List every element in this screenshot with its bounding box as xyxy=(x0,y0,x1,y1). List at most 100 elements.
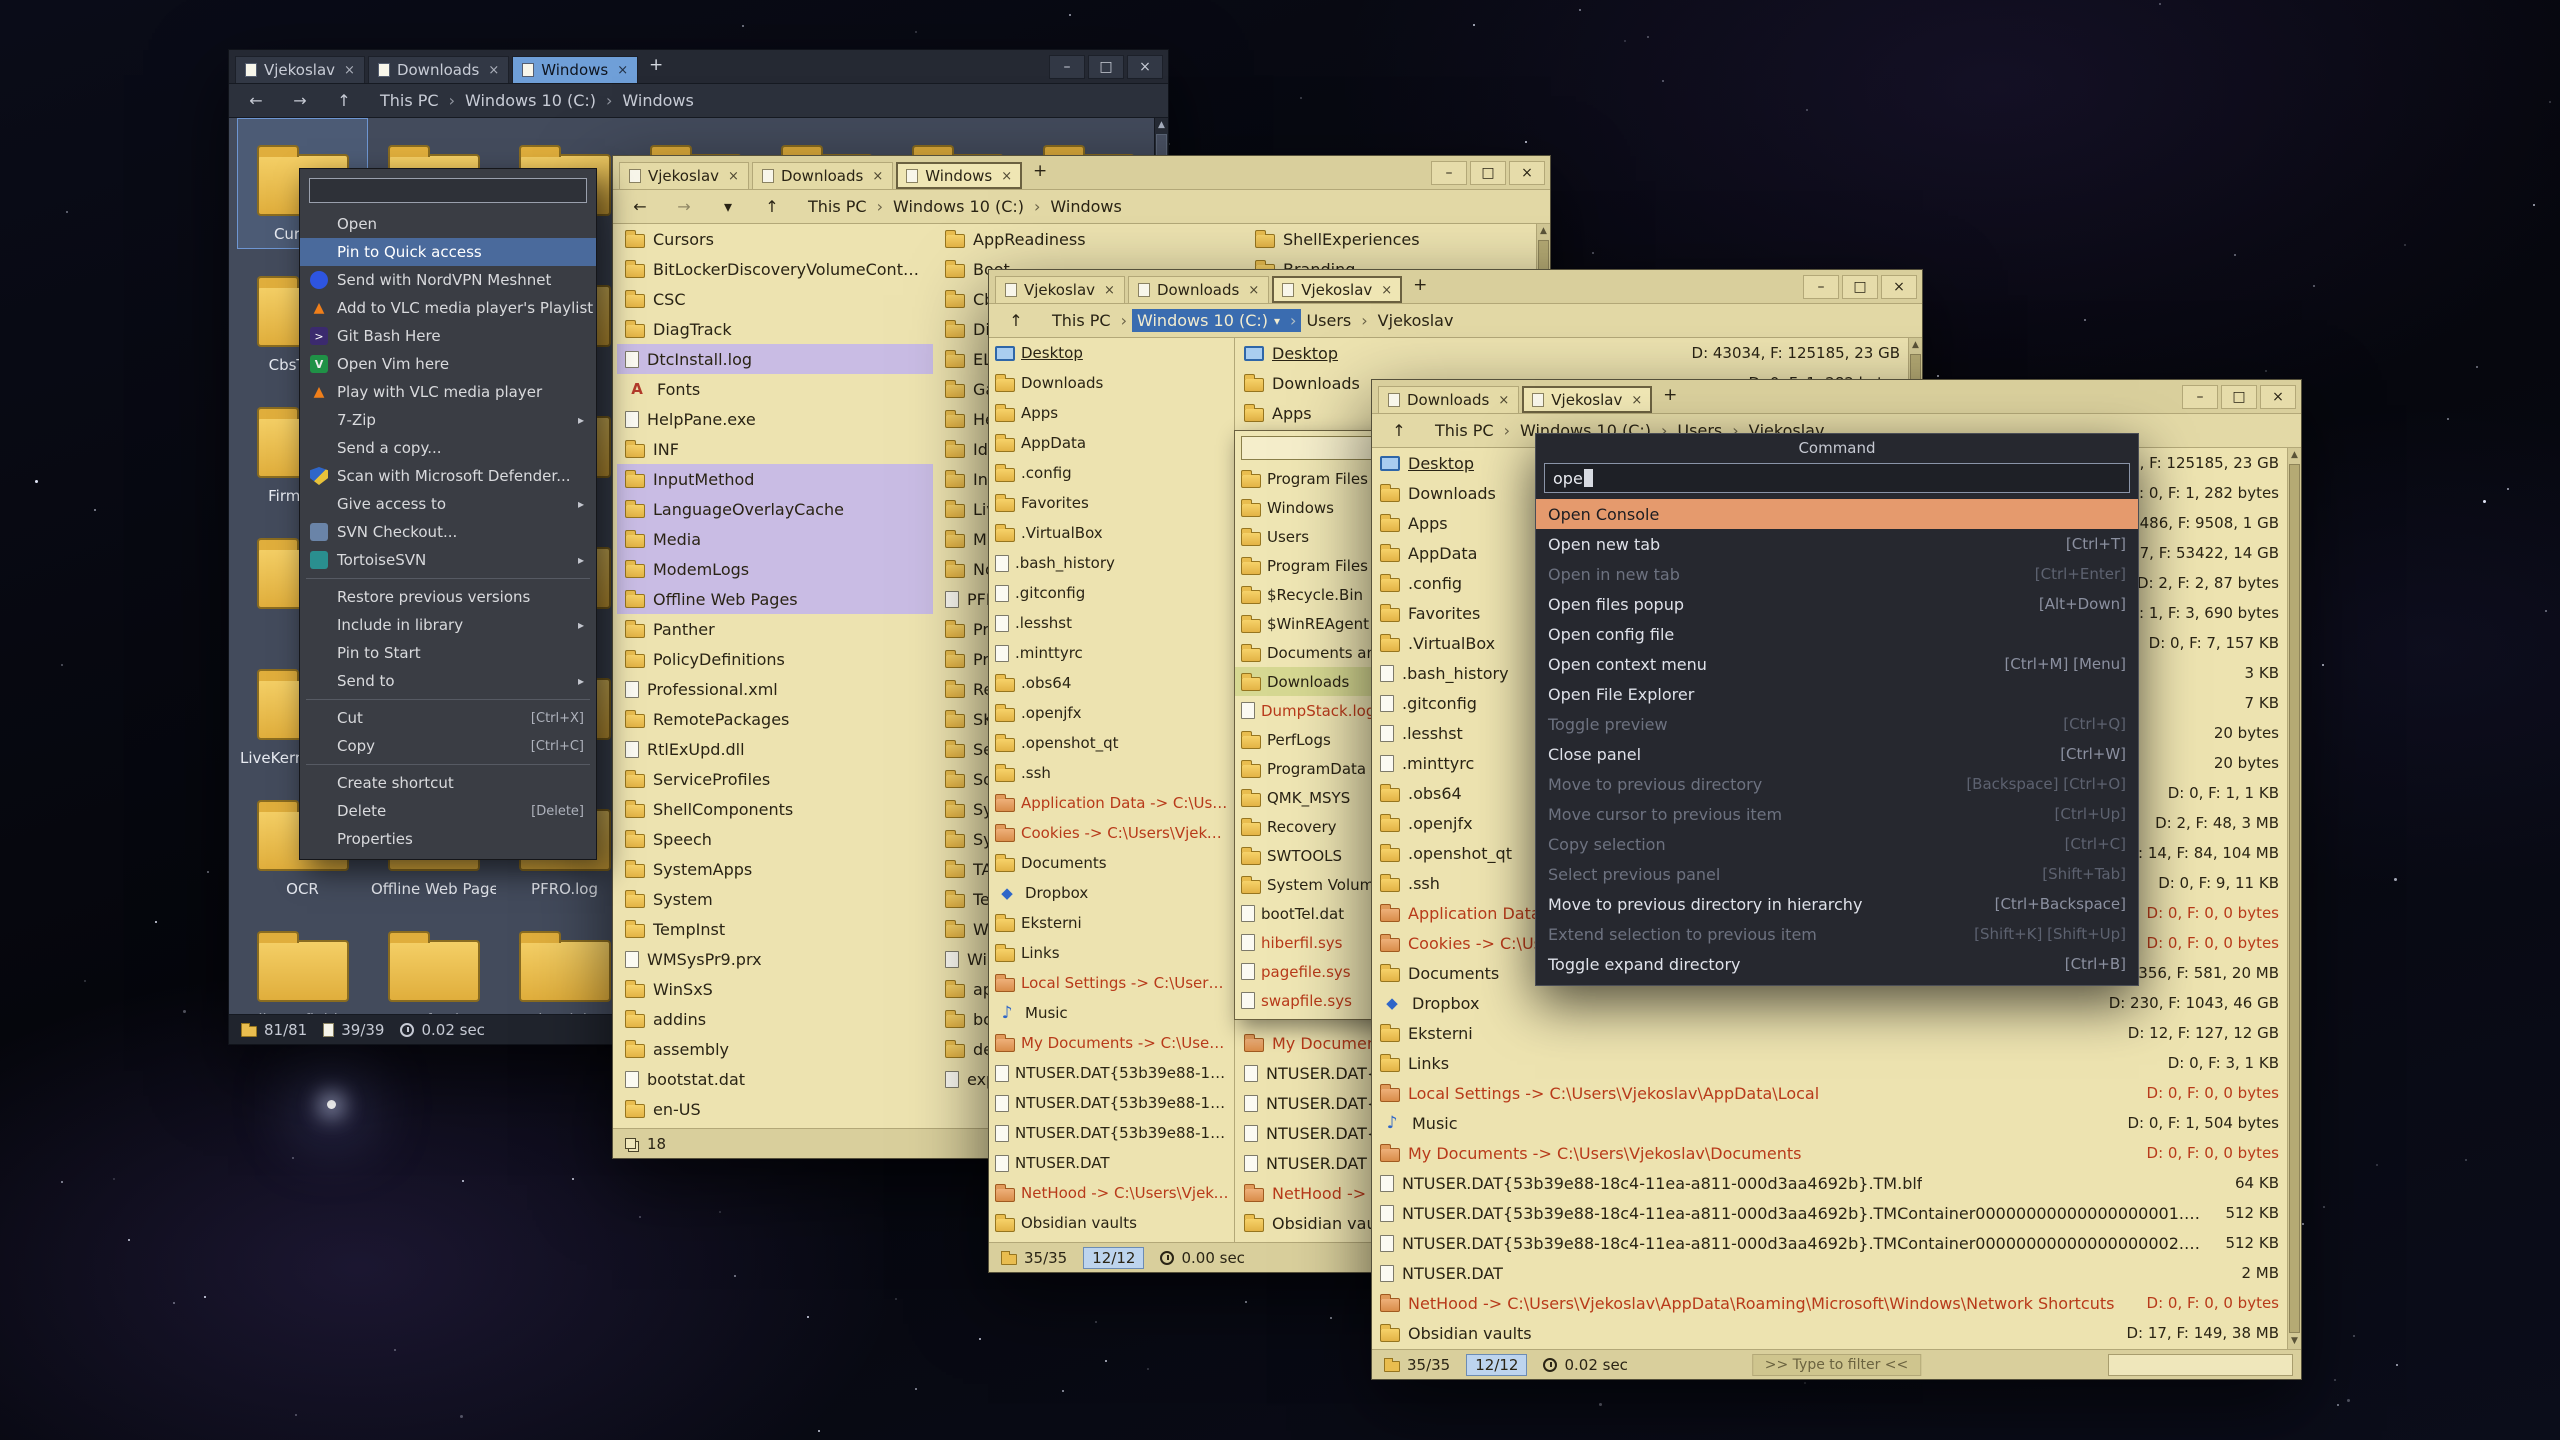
win4-scrollbar[interactable]: ▲ ▼ xyxy=(2287,448,2301,1349)
context-menu-item[interactable]: ▸ xyxy=(300,760,596,769)
file-row[interactable]: Cursors xyxy=(617,224,933,254)
new-tab-button[interactable]: + xyxy=(1027,159,1053,186)
file-row[interactable]: Links xyxy=(989,938,1234,968)
maximize-button[interactable]: □ xyxy=(1088,55,1124,79)
file-row[interactable]: NTUSER.DAT{53b39e88-18c4-11ea-a811-000d3… xyxy=(989,1058,1234,1088)
tab[interactable]: Vjekoslav × xyxy=(619,162,749,189)
tab-close-icon[interactable]: × xyxy=(1379,283,1392,298)
palette-command-item[interactable]: Open in new tab [Ctrl+Enter] xyxy=(1536,559,2138,589)
folder-tile[interactable]: PrintDialog xyxy=(499,904,630,1014)
context-menu-item[interactable]: ▸ xyxy=(300,695,596,704)
close-button[interactable]: × xyxy=(1509,161,1545,185)
palette-command-item[interactable]: Toggle preview [Ctrl+Q] xyxy=(1536,709,2138,739)
palette-command-item[interactable]: Copy selection [Ctrl+C] xyxy=(1536,829,2138,859)
file-row[interactable]: Apps xyxy=(989,398,1234,428)
tab-close-icon[interactable]: × xyxy=(870,169,883,184)
new-tab-button[interactable]: + xyxy=(1657,383,1683,410)
file-row[interactable]: Obsidian vaults D: 17, F: 149, 38 MB xyxy=(1372,1318,2287,1348)
file-row[interactable]: My Documents -> C:\Users\Vjekoslav\Docum… xyxy=(989,1028,1234,1058)
file-row[interactable]: Fonts xyxy=(617,374,933,404)
context-menu-item[interactable]: Send with NordVPN Meshnet ▸ xyxy=(300,266,596,294)
file-row[interactable]: Documents xyxy=(989,848,1234,878)
context-menu-item[interactable]: Pin to Start ▸ xyxy=(300,639,596,667)
tab[interactable]: Vjekoslav × xyxy=(995,276,1125,303)
tab[interactable]: Downloads × xyxy=(1378,386,1519,413)
file-row[interactable]: Dropbox D: 230, F: 1043, 46 GB xyxy=(1372,988,2287,1018)
file-row[interactable]: System xyxy=(617,884,933,914)
context-menu-item[interactable]: Add to VLC media player's Playlist ▸ xyxy=(300,294,596,322)
palette-command-item[interactable]: Open config file xyxy=(1536,619,2138,649)
context-menu-item[interactable]: Scan with Microsoft Defender... ▸ xyxy=(300,462,596,490)
folder-tile[interactable]: PolicyDefinitions xyxy=(237,904,368,1014)
file-row[interactable]: NTUSER.DAT{53b39e88-18c4-11ea-a811-000d3… xyxy=(1372,1168,2287,1198)
file-row[interactable]: .config xyxy=(989,458,1234,488)
tab-close-icon[interactable]: × xyxy=(1629,393,1642,408)
file-row[interactable]: Panther xyxy=(617,614,933,644)
palette-command-item[interactable]: Open Console xyxy=(1536,499,2138,529)
file-row[interactable]: InputMethod xyxy=(617,464,933,494)
palette-command-item[interactable]: Move cursor to previous item [Ctrl+Up] xyxy=(1536,799,2138,829)
context-menu-item[interactable]: Send to ▸ xyxy=(300,667,596,695)
breadcrumb-item[interactable]: Windows 10 (C:) xyxy=(460,89,617,112)
close-button[interactable]: × xyxy=(1127,55,1163,79)
context-menu-item[interactable]: Open ▸ xyxy=(300,210,596,238)
file-row[interactable]: Offline Web Pages xyxy=(617,584,933,614)
file-row[interactable]: .openshot_qt xyxy=(989,728,1234,758)
file-row[interactable]: RemotePackages xyxy=(617,704,933,734)
palette-command-item[interactable]: Open new tab [Ctrl+T] xyxy=(1536,529,2138,559)
context-menu-filter-input[interactable] xyxy=(309,178,587,203)
file-row[interactable]: .openjfx xyxy=(989,698,1234,728)
file-row[interactable]: NTUSER.DAT xyxy=(989,1148,1234,1178)
minimize-button[interactable]: – xyxy=(1431,161,1467,185)
file-row[interactable]: AppReadiness xyxy=(937,224,1243,254)
context-menu-item[interactable]: 7-Zip ▸ xyxy=(300,406,596,434)
context-menu-item[interactable]: Restore previous versions ▸ xyxy=(300,583,596,611)
file-row[interactable]: Media xyxy=(617,524,933,554)
file-row[interactable]: en-US xyxy=(617,1094,933,1124)
file-row[interactable]: SystemApps xyxy=(617,854,933,884)
file-row[interactable]: .gitconfig xyxy=(989,578,1234,608)
maximize-button[interactable]: □ xyxy=(2221,385,2257,409)
file-row[interactable]: NetHood -> C:\Users\Vjekoslav\AppData\Ro… xyxy=(1372,1288,2287,1318)
file-row[interactable]: TempInst xyxy=(617,914,933,944)
scroll-down-icon[interactable]: ▼ xyxy=(2288,1334,2301,1349)
back-button[interactable]: ← xyxy=(243,91,269,110)
up-button[interactable]: ↑ xyxy=(1003,311,1029,330)
history-dropdown-icon[interactable]: ▾ xyxy=(715,197,741,216)
breadcrumb-item[interactable]: This PC ▾ xyxy=(1047,309,1132,332)
file-row[interactable]: DiagTrack xyxy=(617,314,933,344)
file-row[interactable]: Desktop D: 43034, F: 125185, 23 GB xyxy=(1236,338,1908,368)
file-row[interactable]: ShellComponents xyxy=(617,794,933,824)
minimize-button[interactable]: – xyxy=(2182,385,2218,409)
scroll-up-icon[interactable]: ▲ xyxy=(1537,224,1550,239)
context-menu-item[interactable]: Include in library ▸ xyxy=(300,611,596,639)
file-row[interactable]: INF xyxy=(617,434,933,464)
context-menu-item[interactable]: Play with VLC media player ▸ xyxy=(300,378,596,406)
tab[interactable]: Windows × xyxy=(512,56,638,83)
file-row[interactable]: PolicyDefinitions xyxy=(617,644,933,674)
context-menu-item[interactable]: SVN Checkout... ▸ xyxy=(300,518,596,546)
new-tab-button[interactable]: + xyxy=(1407,273,1433,300)
file-row[interactable]: Dropbox xyxy=(989,878,1234,908)
file-row[interactable]: addins xyxy=(617,1004,933,1034)
tab-close-icon[interactable]: × xyxy=(1246,283,1259,298)
palette-search-input[interactable]: ope xyxy=(1544,463,2130,493)
palette-command-item[interactable]: Open files popup [Alt+Down] xyxy=(1536,589,2138,619)
close-button[interactable]: × xyxy=(2260,385,2296,409)
file-row[interactable]: NTUSER.DAT 2 MB xyxy=(1372,1258,2287,1288)
folder-tile[interactable]: Prefetch xyxy=(368,904,499,1014)
tab[interactable]: Downloads × xyxy=(368,56,509,83)
palette-command-item[interactable]: Close panel [Ctrl+W] xyxy=(1536,739,2138,769)
file-row[interactable]: Obsidian vaults xyxy=(989,1208,1234,1238)
breadcrumb-item[interactable]: This PC xyxy=(375,89,460,112)
context-menu-item[interactable]: Pin to Quick access ▸ xyxy=(300,238,596,266)
palette-command-item[interactable]: Open context menu [Ctrl+M] [Menu] xyxy=(1536,649,2138,679)
file-row[interactable]: NTUSER.DAT{53b39e88-18c4-11ea-a811-000d3… xyxy=(1372,1228,2287,1258)
breadcrumb-item[interactable]: Users ▾ xyxy=(1301,309,1372,332)
file-row[interactable]: Local Settings -> C:\Users\Vjekoslav\App… xyxy=(989,968,1234,998)
forward-button[interactable]: → xyxy=(671,197,697,216)
close-button[interactable]: × xyxy=(1881,275,1917,299)
context-menu-item[interactable]: Create shortcut ▸ xyxy=(300,769,596,797)
file-row[interactable]: .bash_history xyxy=(989,548,1234,578)
palette-command-item[interactable]: Move to previous directory [Backspace] [… xyxy=(1536,769,2138,799)
